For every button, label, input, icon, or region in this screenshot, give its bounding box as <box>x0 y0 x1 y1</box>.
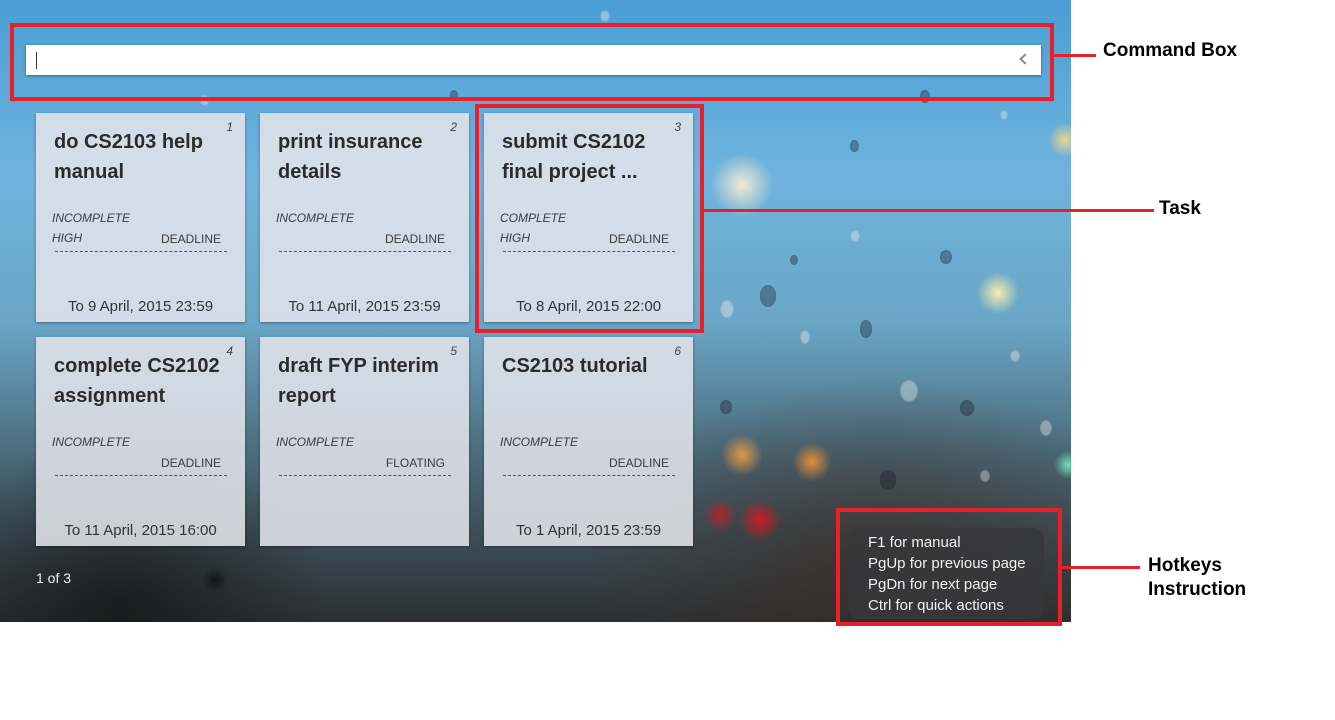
annotation-line-hotkeys <box>1062 566 1140 569</box>
task-status: INCOMPLETE <box>500 435 579 449</box>
task-priority: HIGH <box>52 231 82 245</box>
task-divider <box>55 475 227 476</box>
page-indicator: 1 of 3 <box>36 570 72 586</box>
rain-drop <box>600 10 610 22</box>
task-divider <box>55 251 227 252</box>
task-status: INCOMPLETE <box>52 211 131 225</box>
task-divider <box>503 475 675 476</box>
rain-drop <box>880 470 896 490</box>
rain-drop <box>850 140 859 152</box>
task-title: CS2103 tutorial <box>502 355 648 377</box>
rain-drop <box>960 400 974 416</box>
annotation-box-hotkeys <box>836 508 1062 626</box>
rain-drop <box>790 255 798 265</box>
task-type: DEADLINE <box>160 456 221 470</box>
annotation-label-task: Task <box>1159 198 1201 219</box>
rain-drop <box>860 320 872 338</box>
task-card[interactable]: 6 CS2103 tutorial INCOMPLETE DEADLINE To… <box>484 337 693 546</box>
task-date: To 1 April, 2015 23:59 <box>515 522 662 539</box>
task-date: To 9 April, 2015 23:59 <box>67 298 214 315</box>
rain-drop <box>1000 110 1008 120</box>
rain-drop <box>1040 420 1052 436</box>
task-type: FLOATING <box>385 456 445 470</box>
task-type: DEADLINE <box>384 232 445 246</box>
task-card[interactable]: 2 print insurance details INCOMPLETE DEA… <box>260 113 469 322</box>
task-status: INCOMPLETE <box>276 211 355 225</box>
annotation-box-task <box>475 104 704 333</box>
task-status: INCOMPLETE <box>52 435 131 449</box>
task-title: draft FYP interim report <box>278 355 439 407</box>
rain-drop <box>720 300 734 318</box>
task-type: DEADLINE <box>160 232 221 246</box>
annotation-label-command: Command Box <box>1103 40 1238 61</box>
rain-drop <box>800 330 810 344</box>
task-card[interactable]: 1 do CS2103 help manual INCOMPLETE HIGH … <box>36 113 245 322</box>
annotation-line-command <box>1054 54 1096 57</box>
task-divider <box>279 251 451 252</box>
task-card[interactable]: 4 complete CS2102 assignment INCOMPLETE … <box>36 337 245 546</box>
task-divider <box>279 475 451 476</box>
rain-drop <box>940 250 952 264</box>
rain-drop <box>850 230 860 242</box>
annotation-box-command <box>10 23 1054 101</box>
rain-drop <box>900 380 918 402</box>
rain-drop <box>980 470 990 482</box>
task-title: print insurance details <box>278 131 423 183</box>
task-title: do CS2103 help manual <box>54 131 203 183</box>
rain-drop <box>760 285 776 307</box>
task-date: To 11 April, 2015 16:00 <box>64 522 217 539</box>
rain-drop <box>1010 350 1020 362</box>
task-type: DEADLINE <box>608 456 669 470</box>
task-title: complete CS2102 assignment <box>54 355 220 407</box>
task-card[interactable]: 5 draft FYP interim report INCOMPLETE FL… <box>260 337 469 546</box>
task-status: INCOMPLETE <box>276 435 355 449</box>
annotation-label-hotkeys-2: Instruction <box>1148 579 1247 600</box>
rain-drop <box>720 400 732 414</box>
annotation-line-task <box>704 209 1154 212</box>
annotation-label-hotkeys-1: Hotkeys <box>1148 555 1222 576</box>
task-date: To 11 April, 2015 23:59 <box>288 298 441 315</box>
